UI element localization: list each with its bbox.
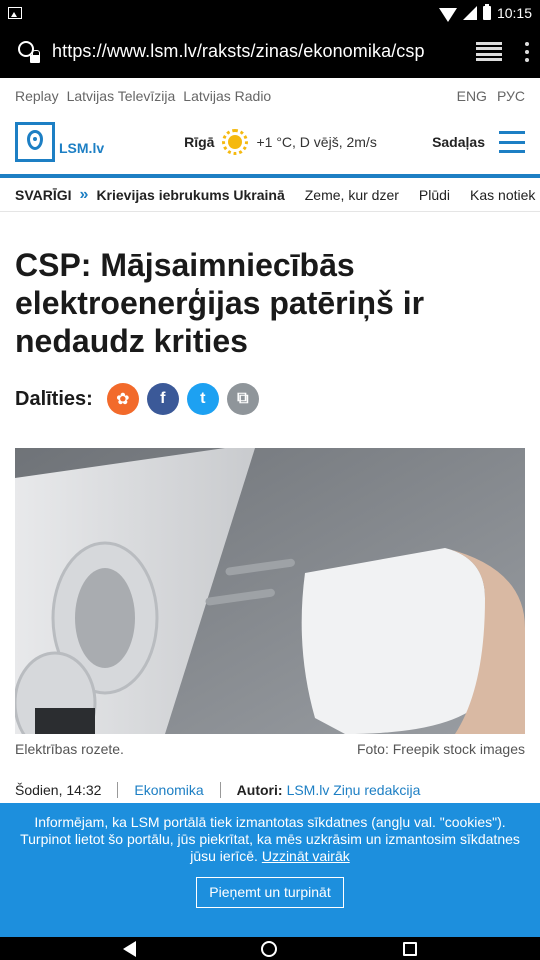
article-title: CSP: Mājsaimniecībās elektroenerģijas pa…: [15, 247, 425, 359]
article-image[interactable]: [15, 448, 525, 734]
image-credit: Foto: Freepik stock images: [356, 741, 525, 757]
important-label: SVARĪGI: [15, 186, 72, 203]
sun-icon: [222, 129, 249, 155]
double-chevron-icon: »: [79, 185, 89, 203]
overflow-menu-icon[interactable]: [524, 41, 530, 62]
lang-rus[interactable]: РУС: [497, 88, 525, 104]
home-icon[interactable]: [261, 940, 278, 957]
draugiem-share-icon[interactable]: ✿: [106, 383, 139, 415]
image-caption: Elektrības rozete.: [15, 741, 124, 757]
weather-conditions: +1 °C, D vējš, 2m/s: [256, 134, 377, 150]
top-nav: Replay Latvijas Televīzija Latvijas Radi…: [0, 78, 540, 114]
article-date: Šodien, 14:32: [15, 782, 102, 798]
topic-link[interactable]: Zeme, kur dzer: [305, 187, 399, 203]
copy-link-icon[interactable]: ⧉: [226, 383, 259, 415]
nav-link-ltv[interactable]: Latvijas Televīzija: [67, 88, 176, 104]
status-bar: 10:15: [0, 0, 540, 25]
socket-plug-illustration: [15, 448, 525, 734]
site-security-icon[interactable]: [18, 40, 40, 63]
twitter-share-icon[interactable]: t: [186, 383, 219, 415]
tabs-icon[interactable]: [476, 41, 502, 62]
important-topics-bar: SVARĪGI » Krievijas iebrukums Ukrainā Ze…: [0, 178, 540, 212]
site-logo[interactable]: LSM.lv: [15, 122, 104, 162]
wifi-icon: [438, 7, 457, 22]
facebook-share-icon[interactable]: f: [146, 383, 179, 415]
battery-icon: [482, 3, 491, 20]
article-meta: Šodien, 14:32 Ekonomika Autori: LSM.lv Z…: [15, 782, 420, 798]
topic-link[interactable]: Plūdi: [419, 187, 450, 203]
weather-widget: Rīgā +1 °C, D vējš, 2m/s: [184, 129, 377, 155]
meta-separator: [219, 782, 221, 798]
image-caption-row: Elektrības rozete. Foto: Freepik stock i…: [15, 741, 525, 757]
hamburger-icon: [499, 131, 525, 153]
clock: 10:15: [496, 4, 532, 21]
system-nav-bar: [0, 937, 540, 960]
signal-icon: [462, 5, 477, 20]
nav-link-radio[interactable]: Latvijas Radio: [183, 88, 271, 104]
sections-label: Sadaļas: [432, 134, 485, 150]
back-icon[interactable]: [122, 940, 136, 957]
category-link[interactable]: Ekonomika: [134, 782, 203, 798]
author-link[interactable]: LSM.lv Ziņu redakcija: [287, 782, 421, 798]
browser-toolbar: https://www.lsm.lv/raksts/zinas/ekonomik…: [0, 25, 540, 78]
cookie-text: Informējam, ka LSM portālā tiek izmantot…: [20, 814, 520, 864]
logo-text: LSM.lv: [59, 140, 105, 156]
share-label: Dalīties:: [15, 387, 93, 410]
nav-link-replay[interactable]: Replay: [15, 88, 59, 104]
meta-separator: [117, 782, 119, 798]
image-notification-icon: [8, 6, 22, 19]
site-header: LSM.lv Rīgā +1 °C, D vējš, 2m/s Sadaļas: [0, 114, 540, 170]
author-label: Autori:: [236, 782, 283, 798]
topic-link[interactable]: Krievijas iebrukums Ukrainā: [96, 187, 284, 203]
recent-apps-icon[interactable]: [403, 941, 418, 956]
lang-eng[interactable]: ENG: [457, 88, 487, 104]
sections-menu-button[interactable]: Sadaļas: [432, 131, 525, 153]
cookie-banner: Informējam, ka LSM portālā tiek izmantot…: [0, 803, 540, 937]
logo-pin-icon: [15, 122, 55, 162]
accept-cookies-button[interactable]: Pieņemt un turpināt: [196, 877, 344, 908]
address-bar[interactable]: https://www.lsm.lv/raksts/zinas/ekonomik…: [52, 41, 458, 62]
weather-city: Rīgā: [184, 134, 215, 150]
share-bar: Dalīties: ✿ f t ⧉: [15, 383, 267, 415]
topic-link[interactable]: Kas notiek: [470, 187, 535, 203]
cookie-more-link[interactable]: Uzzināt vairāk: [262, 848, 350, 864]
